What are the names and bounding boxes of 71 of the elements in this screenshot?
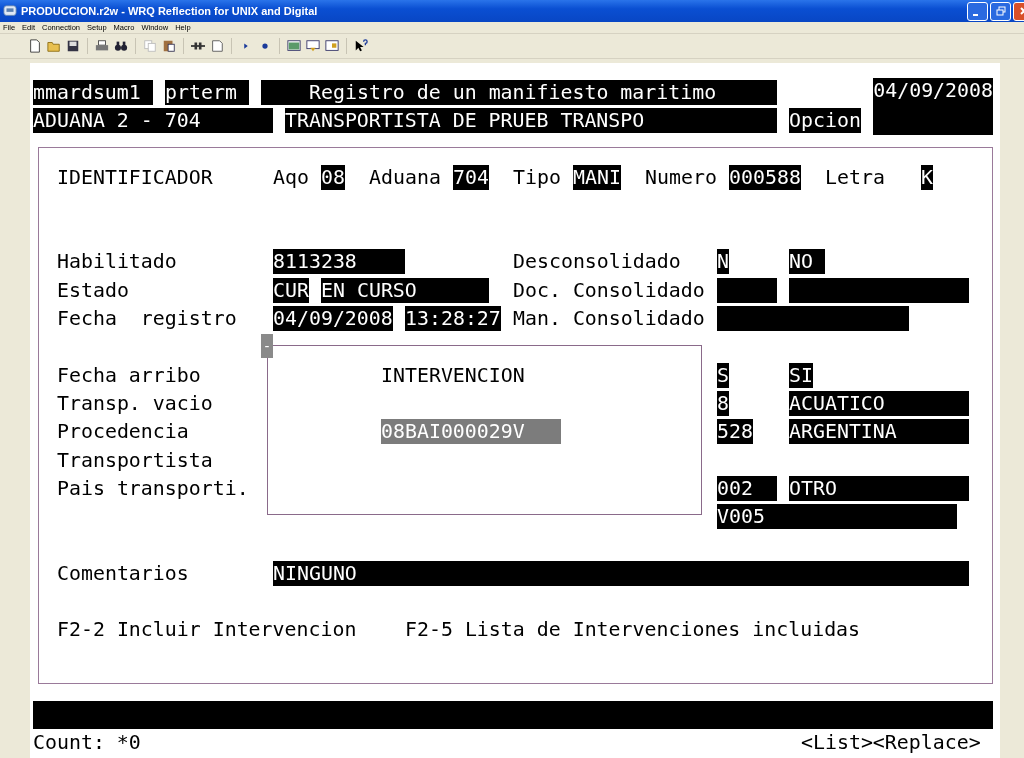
field-value: K bbox=[921, 164, 933, 190]
field-label: Aduana bbox=[369, 164, 441, 190]
field-value: ACUATICO bbox=[789, 390, 969, 416]
field-label: Man. Consolidado bbox=[513, 306, 706, 331]
field-value: V005 bbox=[717, 504, 957, 530]
field-value: 8113238 bbox=[273, 249, 405, 275]
binoculars-icon[interactable] bbox=[114, 39, 128, 53]
field-value: 08 bbox=[321, 164, 345, 190]
user-name: mmardsum1 bbox=[33, 79, 153, 105]
field-label: Habilitado bbox=[57, 249, 178, 275]
field-label: IDENTIFICADOR bbox=[57, 164, 214, 190]
mode-indicator: <List><Replace> bbox=[801, 730, 981, 756]
field-value: OTRO bbox=[789, 475, 969, 501]
field-value: 13:28:27 bbox=[405, 306, 501, 331]
screen-icon[interactable] bbox=[306, 39, 320, 53]
paste-icon[interactable] bbox=[162, 39, 176, 53]
field-value: 8 bbox=[717, 390, 729, 416]
field-label: Transportista bbox=[57, 447, 214, 473]
carrier-name: TRANSPORTISTA DE PRUEB TRANSPO bbox=[285, 107, 777, 133]
function-key-hint: F2-2 Incluir Intervencion bbox=[57, 617, 357, 643]
minimize-icon bbox=[973, 14, 978, 16]
restore-button[interactable] bbox=[990, 1, 1011, 21]
field-label: Transp. vacio bbox=[57, 390, 214, 416]
restore-icon bbox=[995, 6, 1006, 16]
screen-icon[interactable] bbox=[325, 39, 339, 53]
field-label: Fecha arribo bbox=[57, 362, 202, 388]
field-value: CUR bbox=[273, 277, 309, 303]
field-label: Doc. Consolidado bbox=[513, 277, 706, 303]
field-value: EN CURSO bbox=[321, 277, 489, 303]
header-date: 04/09/2008 bbox=[873, 78, 993, 135]
field-value: 704 bbox=[453, 164, 489, 190]
print-icon[interactable] bbox=[95, 39, 109, 53]
field-label: Comentarios bbox=[57, 560, 190, 586]
app-icon bbox=[3, 4, 17, 18]
window-title: PRODUCCION.r2w - WRQ Reflection for UNIX and Digital bbox=[21, 5, 318, 17]
function-key-hint: F2-5 Lista de Intervenciones incluidas bbox=[405, 617, 861, 643]
new-document-icon[interactable] bbox=[28, 39, 42, 53]
field-value: SI bbox=[789, 362, 813, 388]
field-label: Fecha registro bbox=[57, 306, 238, 331]
document-icon[interactable] bbox=[210, 39, 224, 53]
field-value: 04/09/2008 bbox=[273, 306, 393, 331]
field-value: MANI bbox=[573, 164, 621, 190]
input-field[interactable]: 08BAI000029V bbox=[381, 419, 561, 445]
field-label: Procedencia bbox=[57, 419, 190, 445]
empty-field bbox=[717, 277, 777, 303]
field-value: S bbox=[717, 362, 729, 388]
option-field[interactable]: Opcion bbox=[789, 107, 861, 133]
comment-field: NINGUNO bbox=[273, 560, 969, 586]
field-value: ARGENTINA bbox=[789, 419, 969, 445]
open-folder-icon[interactable] bbox=[47, 39, 61, 53]
screen-icon[interactable] bbox=[287, 39, 301, 53]
field-label: Letra bbox=[825, 164, 885, 190]
field-label: Numero bbox=[645, 164, 717, 190]
field-label: Tipo bbox=[513, 164, 561, 190]
field-value: 000588 bbox=[729, 164, 801, 190]
field-value: 528 bbox=[717, 419, 753, 445]
help-pointer-icon[interactable] bbox=[354, 39, 368, 53]
field-label: Desconsolidado bbox=[513, 249, 682, 275]
field-label: Aqo bbox=[273, 164, 309, 190]
minimize-button[interactable] bbox=[967, 1, 988, 21]
screen-title: Registro de un manifiesto maritimo bbox=[261, 79, 777, 105]
field-value: NO bbox=[789, 249, 825, 275]
field-label: Estado bbox=[57, 277, 130, 303]
field-value: 002 bbox=[717, 475, 777, 501]
count-text: Count: *0 bbox=[33, 730, 142, 756]
field-label: Pais transporti. bbox=[57, 475, 250, 501]
save-icon[interactable] bbox=[66, 39, 80, 53]
customs-office: ADUANA 2 - 704 bbox=[33, 107, 273, 133]
terminal-name: prterm bbox=[165, 79, 249, 105]
popup-title: INTERVENCION bbox=[381, 362, 525, 388]
field-value: N bbox=[717, 249, 729, 275]
